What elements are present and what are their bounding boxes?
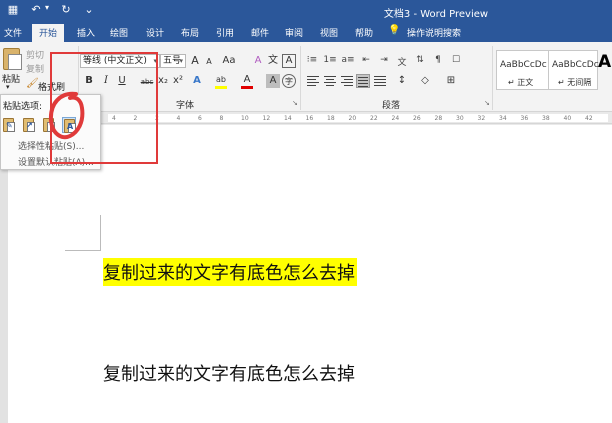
ruler-tick-label: 10 [241, 115, 249, 122]
paste-button[interactable]: 粘贴 [2, 72, 20, 85]
highlighted-text-line[interactable]: 复制过来的文字有底色怎么去掉 [103, 258, 357, 286]
style-normal-sample: AaBbCcDc [500, 60, 547, 70]
align-right-button[interactable] [340, 74, 354, 88]
ruler-tick-label: 6 [198, 115, 202, 122]
paste-merge-formatting-icon[interactable]: ↗ [22, 117, 36, 133]
tab-home[interactable]: 开始 [32, 24, 65, 42]
align-left-button[interactable] [306, 74, 320, 88]
paste-keep-source-formatting-icon[interactable]: ✎ [2, 117, 16, 133]
copy-button[interactable]: 复制 [26, 62, 44, 75]
style-no-spacing-sample: AaBbCcDc [552, 60, 599, 70]
tab-insert[interactable]: 插入 [77, 26, 95, 39]
font-dialog-launcher[interactable]: ↘ [292, 99, 298, 107]
border-button[interactable]: ☐ [449, 55, 463, 68]
paragraph-dialog-launcher[interactable]: ↘ [484, 99, 490, 107]
ribbon-tabs: 文件 开始 插入 绘图 设计 布局 引用 邮件 审阅 视图 帮助 💡 操作说明搜… [0, 22, 612, 42]
decrease-indent-button[interactable]: ⇤ [359, 55, 373, 68]
ruler-tick-label: 28 [434, 115, 443, 122]
ruler-tick-label: 8 [219, 115, 224, 122]
grow-font-button[interactable]: A [188, 54, 202, 68]
change-case-button[interactable]: Aa [219, 54, 239, 68]
paste-dropdown-icon[interactable]: ▾ [6, 83, 10, 91]
style-heading-sample[interactable]: A [598, 52, 611, 72]
align-center-button[interactable] [323, 74, 337, 88]
ruler-tick-label: 22 [370, 115, 378, 122]
ruler-tick-label: 14 [284, 115, 292, 122]
paragraph-shading-button[interactable]: ◇ [418, 74, 432, 88]
ruler-tick-label: 40 [563, 115, 572, 122]
phonetic-guide-button[interactable]: 文 [266, 54, 280, 68]
group-divider [300, 46, 301, 110]
paste-options-title: 粘贴选项: [3, 102, 43, 112]
ruler-tick-label: 20 [348, 115, 357, 122]
margin-mark [100, 215, 101, 251]
font-color-swatch [241, 86, 253, 89]
ruler-tick-label: 24 [391, 115, 400, 122]
tab-references[interactable]: 引用 [216, 26, 234, 39]
tab-view[interactable]: 视图 [320, 26, 338, 39]
ruler-tick-label: 4 [176, 115, 181, 122]
highlight-button[interactable]: ab [214, 73, 228, 87]
character-border-button[interactable]: A [282, 54, 296, 68]
tab-design[interactable]: 设计 [146, 26, 164, 39]
ruler-tick-label: 26 [413, 115, 421, 122]
tell-me-search[interactable]: 操作说明搜索 [407, 26, 461, 39]
paragraph-group-label: 段落 [382, 101, 401, 111]
ruler-tick-label: 12 [262, 115, 271, 122]
ruler-track [108, 114, 608, 122]
style-no-spacing-name: ↵ 无间隔 [558, 78, 592, 87]
annotation-circle-mark [48, 91, 85, 140]
group-divider [492, 46, 493, 110]
font-color-button[interactable]: A [240, 73, 254, 87]
plain-text-line[interactable]: 复制过来的文字有底色怎么去掉 [103, 360, 355, 386]
window-title: 文档3 - Word Preview [383, 9, 489, 20]
tab-layout[interactable]: 布局 [181, 26, 199, 39]
style-normal-name: ↵ 正文 [508, 78, 534, 87]
ruler-tick-label: 42 [585, 115, 593, 122]
text-effects-button[interactable]: A [190, 74, 204, 88]
cut-button[interactable]: 剪切 [26, 48, 44, 61]
font-group-label: 字体 [176, 101, 195, 111]
ruler-tick-label: 36 [520, 115, 529, 122]
ruler-tick-label: 38 [542, 115, 550, 122]
sort-button[interactable]: ⇅ [413, 55, 427, 68]
increase-indent-button[interactable]: ⇥ [377, 55, 391, 68]
tab-file[interactable]: 文件 [4, 26, 22, 39]
paste-icon[interactable] [3, 48, 22, 70]
enclose-characters-button[interactable]: 字 [282, 74, 296, 88]
numbering-button[interactable]: 1≡ [323, 55, 337, 68]
subscript-button[interactable]: x₂ [156, 74, 170, 88]
chevron-down-icon: ▾ [179, 57, 183, 65]
font-size-combo[interactable]: 五号 ▾ [160, 54, 186, 68]
highlight-color-swatch [215, 86, 227, 89]
tab-review[interactable]: 审阅 [285, 26, 303, 39]
margin-mark [65, 250, 101, 251]
ruler-tick-label: 18 [327, 115, 335, 122]
character-shading-button[interactable]: A [266, 74, 280, 88]
ruler-tick-label: 34 [499, 115, 507, 122]
tab-draw[interactable]: 绘图 [110, 26, 128, 39]
show-marks-button[interactable]: ¶ [431, 55, 445, 68]
title-bar: ▦ ↶ ▾ ↻ ⌄ 文档3 - Word Preview [0, 0, 612, 22]
shrink-font-button[interactable]: A [202, 55, 216, 69]
ruler-tick-label: 32 [477, 115, 486, 122]
distributed-button[interactable] [373, 74, 387, 88]
format-painter-icon[interactable]: 🖌 [26, 78, 39, 89]
ruler-tick-label: 30 [456, 115, 464, 122]
clear-formatting-button[interactable]: A [251, 54, 265, 68]
tab-help[interactable]: 帮助 [355, 26, 373, 39]
tab-mailings[interactable]: 邮件 [251, 26, 269, 39]
superscript-button[interactable]: x² [171, 74, 185, 88]
paragraph-row-1: ⁝≡ 1≡ a≡ ⇤ ⇥ 文 ⇅ ¶ ☐ [305, 55, 463, 68]
chinese-layout-button[interactable]: 文 [395, 55, 409, 68]
ruler-tick-label: 16 [305, 115, 314, 122]
borders-button[interactable]: ⊞ [444, 74, 458, 88]
justify-button[interactable] [356, 74, 370, 88]
bullets-button[interactable]: ⁝≡ [305, 55, 319, 68]
line-spacing-button[interactable]: ↕ [395, 74, 409, 88]
lightbulb-icon: 💡 [388, 25, 401, 36]
multilevel-list-button[interactable]: a≡ [341, 55, 355, 68]
